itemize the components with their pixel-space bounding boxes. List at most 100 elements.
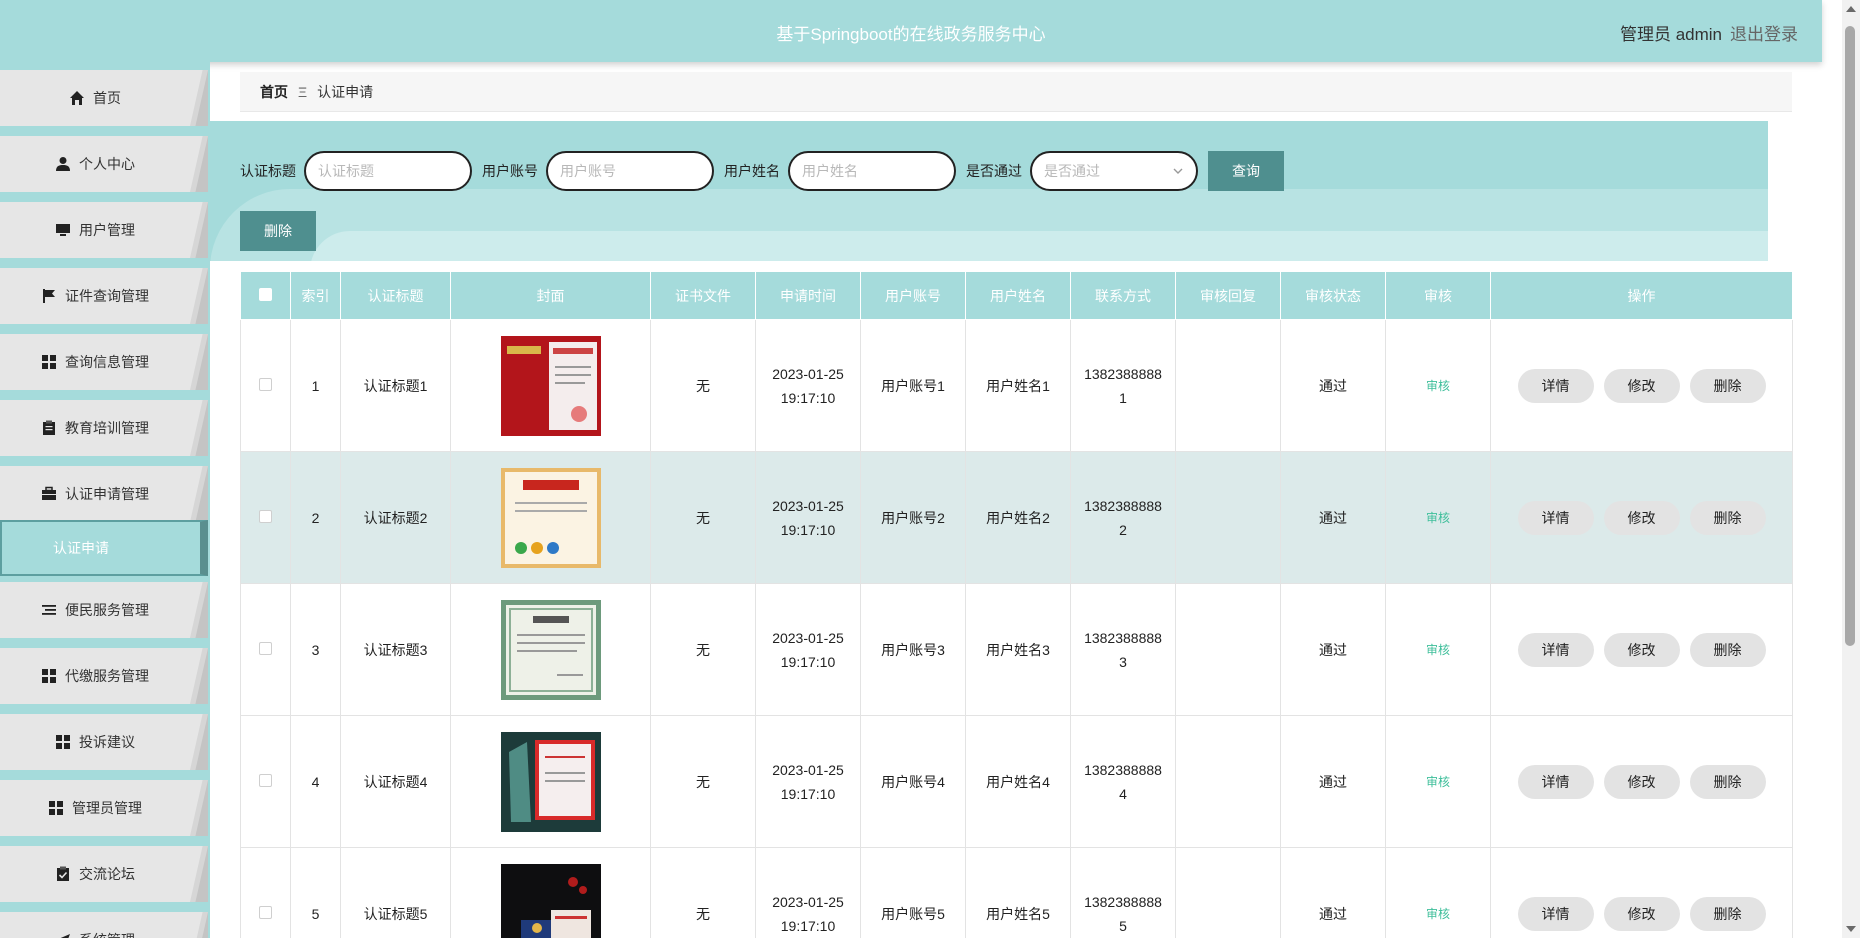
table-row: 1 认证标题1 无 2023-01-25 19:17:10 用户账号1 用户姓名1… xyxy=(240,319,1793,452)
sidebar-item-label: 投诉建议 xyxy=(79,734,135,750)
delete-button[interactable]: 删除 xyxy=(1689,764,1766,799)
sidebar-item-label: 查询信息管理 xyxy=(65,354,149,370)
row-status: 通过 xyxy=(1280,583,1386,716)
detail-button[interactable]: 详情 xyxy=(1517,368,1594,403)
edit-button[interactable]: 修改 xyxy=(1603,368,1680,403)
sidebar-item-user-management[interactable]: 用户管理 xyxy=(0,202,208,258)
scroll-down-icon[interactable] xyxy=(1846,926,1856,932)
column-header: 证书文件 xyxy=(650,271,756,320)
row-account: 用户账号3 xyxy=(860,583,966,716)
column-header: 索引 xyxy=(290,271,341,320)
passed-select-placeholder: 是否通过 xyxy=(1044,163,1100,179)
row-account: 用户账号5 xyxy=(860,847,966,938)
row-checkbox[interactable] xyxy=(259,377,272,391)
row-reply xyxy=(1175,319,1281,452)
query-button[interactable]: 查询 xyxy=(1208,151,1284,191)
cover-image xyxy=(500,731,601,832)
table-header-row: 索引 认证标题 封面 证书文件 申请时间 用户账号 用户姓名 联系方式 审核回复… xyxy=(240,271,1793,320)
sidebar-item-certification[interactable]: 认证申请管理 xyxy=(0,466,208,522)
edit-button[interactable]: 修改 xyxy=(1603,764,1680,799)
select-all-cell[interactable] xyxy=(240,271,291,320)
row-apply-time: 2023-01-25 19:17:10 xyxy=(755,847,861,938)
sidebar-item-complaints[interactable]: 投诉建议 xyxy=(0,714,208,770)
account-search-input[interactable] xyxy=(546,151,714,191)
sidebar-item-home[interactable]: 首页 xyxy=(0,70,208,126)
column-header: 申请时间 xyxy=(755,271,861,320)
breadcrumb: 首页 Ξ 认证申请 xyxy=(240,72,1792,112)
column-header: 审核回复 xyxy=(1175,271,1281,320)
delete-button[interactable]: 删除 xyxy=(1689,896,1766,931)
row-file: 无 xyxy=(650,847,756,938)
audit-link[interactable]: 审核 xyxy=(1426,643,1450,657)
row-file: 无 xyxy=(650,319,756,452)
row-checkbox[interactable] xyxy=(259,773,272,787)
application-table: 索引 认证标题 封面 证书文件 申请时间 用户账号 用户姓名 联系方式 审核回复… xyxy=(240,271,1793,938)
sidebar: 首页 个人中心 用户管理 证件查询管理 查询信息管理 教育培训管理 认证申请管理… xyxy=(0,62,210,938)
page-scrollbar[interactable] xyxy=(1842,0,1860,938)
passed-select[interactable]: 是否通过 xyxy=(1030,151,1198,191)
row-phone: 13823888881 xyxy=(1070,319,1176,452)
row-status: 通过 xyxy=(1280,715,1386,848)
sidebar-item-education[interactable]: 教育培训管理 xyxy=(0,400,208,456)
breadcrumb-home[interactable]: 首页 xyxy=(260,82,288,102)
logout-link[interactable]: 退出登录 xyxy=(1730,20,1798,45)
row-checkbox[interactable] xyxy=(259,905,272,919)
sidebar-item-label: 首页 xyxy=(93,90,121,106)
scroll-up-icon[interactable] xyxy=(1846,6,1856,12)
select-all-checkbox[interactable] xyxy=(259,287,272,301)
sidebar-item-forum[interactable]: 交流论坛 xyxy=(0,846,208,902)
row-apply-time: 2023-01-25 19:17:10 xyxy=(755,583,861,716)
row-phone: 13823888885 xyxy=(1070,847,1176,938)
detail-button[interactable]: 详情 xyxy=(1517,896,1594,931)
edit-button[interactable]: 修改 xyxy=(1603,896,1680,931)
column-header: 操作 xyxy=(1490,271,1793,320)
name-filter-label: 用户姓名 xyxy=(724,163,780,179)
edit-button[interactable]: 修改 xyxy=(1603,500,1680,535)
search-row: 认证标题 用户账号 用户姓名 是否通过 是否通过 查询 xyxy=(240,151,1284,191)
monitor-icon xyxy=(55,222,71,238)
detail-button[interactable]: 详情 xyxy=(1517,632,1594,667)
row-index: 4 xyxy=(290,715,341,848)
audit-link[interactable]: 审核 xyxy=(1426,775,1450,789)
delete-button[interactable]: 删除 xyxy=(1689,632,1766,667)
sidebar-item-label: 系统管理 xyxy=(79,930,135,938)
sidebar-item-admin[interactable]: 管理员管理 xyxy=(0,780,208,836)
sidebar-item-query-info[interactable]: 查询信息管理 xyxy=(0,334,208,390)
column-header: 用户姓名 xyxy=(965,271,1071,320)
grid-icon xyxy=(41,668,57,684)
sidebar-item-label: 管理员管理 xyxy=(72,800,142,816)
edit-button[interactable]: 修改 xyxy=(1603,632,1680,667)
grid-icon xyxy=(41,354,57,370)
title-search-input[interactable] xyxy=(304,151,472,191)
row-apply-time: 2023-01-25 19:17:10 xyxy=(755,451,861,584)
person-icon xyxy=(55,156,71,172)
scrollbar-thumb[interactable] xyxy=(1845,26,1855,646)
detail-button[interactable]: 详情 xyxy=(1517,500,1594,535)
sidebar-item-certificate-query[interactable]: 证件查询管理 xyxy=(0,268,208,324)
sidebar-item-label: 用户管理 xyxy=(79,222,135,238)
sidebar-subitem-certification-apply[interactable]: 认证申请 xyxy=(0,520,208,576)
delete-button[interactable]: 删除 xyxy=(1689,500,1766,535)
row-checkbox[interactable] xyxy=(259,509,272,523)
row-account: 用户账号4 xyxy=(860,715,966,848)
batch-delete-button[interactable]: 删除 xyxy=(240,211,316,251)
cover-image xyxy=(500,863,601,938)
flag-icon xyxy=(41,288,57,304)
row-checkbox[interactable] xyxy=(259,641,272,655)
audit-link[interactable]: 审核 xyxy=(1426,511,1450,525)
sidebar-item-label: 交流论坛 xyxy=(79,866,135,882)
sidebar-item-system[interactable]: 系统管理 xyxy=(0,912,208,938)
sidebar-item-convenience[interactable]: 便民服务管理 xyxy=(0,582,208,638)
row-reply xyxy=(1175,847,1281,938)
audit-link[interactable]: 审核 xyxy=(1426,907,1450,921)
sidebar-item-personal-center[interactable]: 个人中心 xyxy=(0,136,208,192)
title-filter-label: 认证标题 xyxy=(240,163,296,179)
delete-button[interactable]: 删除 xyxy=(1689,368,1766,403)
chevron-down-icon xyxy=(1173,168,1183,174)
name-search-input[interactable] xyxy=(788,151,956,191)
sidebar-item-payment[interactable]: 代缴服务管理 xyxy=(0,648,208,704)
sidebar-item-label: 个人中心 xyxy=(79,156,135,172)
row-name: 用户姓名5 xyxy=(965,847,1071,938)
audit-link[interactable]: 审核 xyxy=(1426,379,1450,393)
detail-button[interactable]: 详情 xyxy=(1517,764,1594,799)
